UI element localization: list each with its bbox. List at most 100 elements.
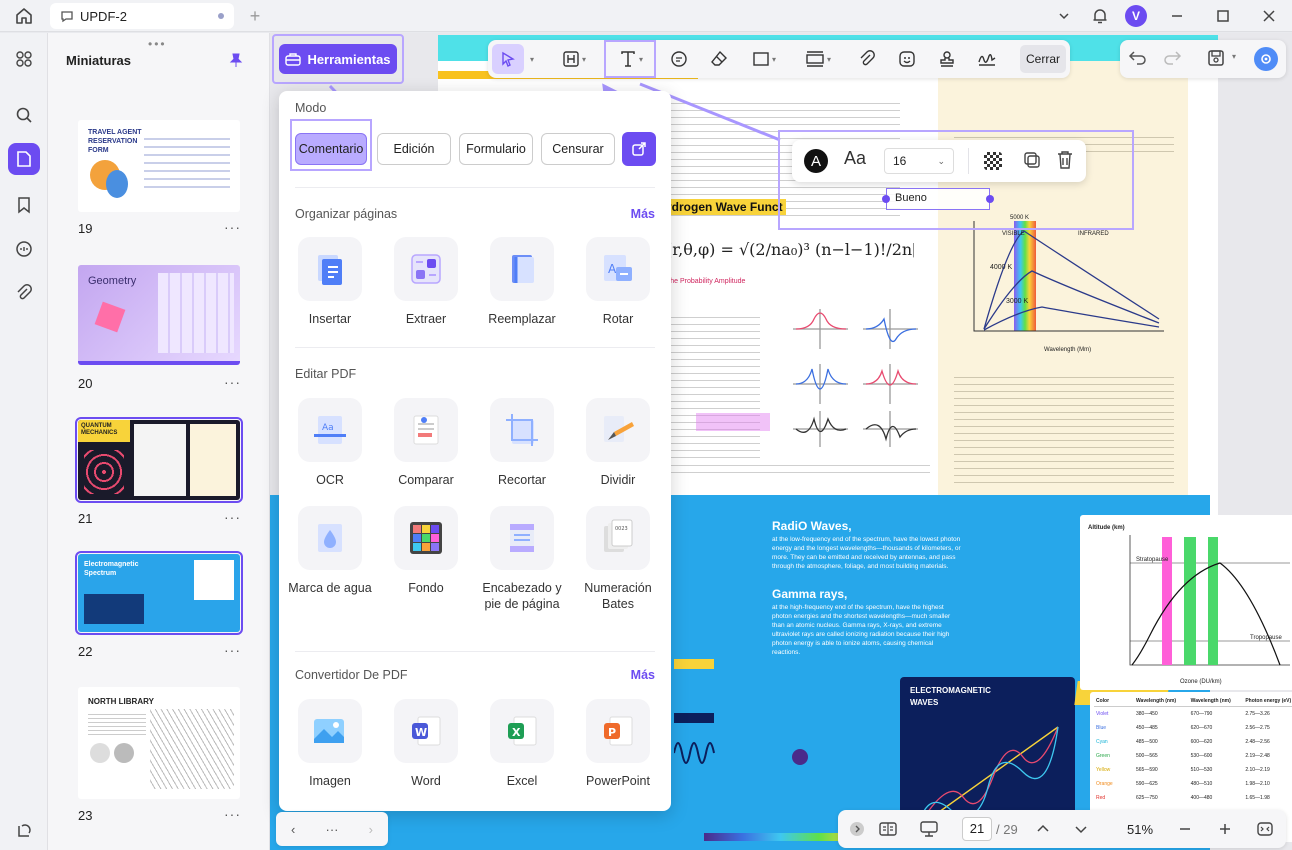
search-icon[interactable] (8, 99, 40, 131)
font-color-icon[interactable]: A (804, 149, 828, 173)
mode-comment-button[interactable]: Comentario (295, 133, 367, 165)
shape-tool-icon[interactable]: ▾ (744, 44, 784, 74)
previous-page-icon[interactable] (1032, 816, 1054, 842)
watermark-tool[interactable]: Marca de agua (285, 506, 375, 596)
minimize-icon[interactable] (1154, 0, 1200, 32)
home-icon[interactable] (8, 4, 40, 28)
signature-icon[interactable] (972, 44, 1002, 74)
chevron-down-icon[interactable] (1046, 0, 1082, 32)
header-footer-tool[interactable]: Encabezado y pie de página (477, 506, 567, 612)
select-cursor-icon[interactable] (492, 44, 524, 74)
comments-icon[interactable] (8, 233, 40, 265)
mode-redact-button[interactable]: Censurar (541, 133, 615, 165)
mode-form-button[interactable]: Formulario (459, 133, 533, 165)
thumbnails-icon[interactable] (8, 143, 40, 175)
crop-tool[interactable]: Recortar (477, 398, 567, 488)
next-page-icon[interactable] (1070, 816, 1092, 842)
organize-more-link[interactable]: Más (631, 207, 655, 221)
opacity-icon[interactable] (984, 152, 1002, 170)
ai-assistant-icon[interactable] (1254, 47, 1278, 71)
convert-powerpoint-tool[interactable]: P PowerPoint (573, 699, 663, 789)
close-window-icon[interactable] (1246, 0, 1292, 32)
fit-page-icon[interactable] (1252, 816, 1278, 842)
delete-trash-icon[interactable] (1056, 150, 1074, 173)
split-tool[interactable]: Dividir (573, 398, 663, 488)
more-options-icon[interactable]: ··· (224, 806, 241, 822)
attach-file-icon[interactable] (852, 44, 882, 74)
redo-icon[interactable] (1162, 48, 1182, 71)
maximize-icon[interactable] (1200, 0, 1246, 32)
image-file-icon (298, 699, 362, 763)
new-tab-plus-icon[interactable]: + (244, 5, 266, 27)
bell-icon[interactable] (1082, 0, 1118, 32)
convert-word-tool[interactable]: W Word (381, 699, 471, 789)
replace-tool[interactable]: Reemplazar (477, 237, 567, 327)
extract-tool[interactable]: Extraer (381, 237, 471, 327)
rotate-pages-icon: A (586, 237, 650, 301)
sticker-icon[interactable] (892, 44, 922, 74)
convert-more-link[interactable]: Más (631, 668, 655, 682)
zoom-in-icon[interactable] (1214, 816, 1236, 842)
highlight-tool-icon[interactable]: ▾ (556, 44, 592, 74)
thumbnail-page-22[interactable]: Electromagnetic Spectrum (75, 551, 243, 635)
thumbnail-page-23[interactable]: NORTH LIBRARY (78, 687, 240, 799)
save-dropdown-caret[interactable]: ▾ (1232, 52, 1236, 61)
bates-tool[interactable]: 0023 Numeración Bates (573, 506, 663, 612)
ocr-tool[interactable]: Aa OCR (285, 398, 375, 488)
thumbnail-page-21[interactable]: QUANTUM MECHANICS (75, 417, 243, 503)
collapse-arrow-icon[interactable] (846, 816, 868, 842)
chevron-left-icon[interactable]: ‹ (291, 822, 295, 837)
user-avatar[interactable]: V (1118, 0, 1154, 32)
save-icon[interactable] (1206, 48, 1226, 71)
thumbnail-page-20[interactable]: Geometry (78, 265, 240, 365)
undo-icon[interactable] (1128, 48, 1148, 71)
zoom-level[interactable]: 51% (1118, 816, 1162, 842)
text-box-input[interactable]: Bueno (882, 188, 994, 210)
background-tool[interactable]: Fondo (381, 506, 471, 596)
insert-tool[interactable]: Insertar (285, 237, 375, 327)
select-dropdown-caret[interactable]: ▾ (524, 44, 538, 74)
tools-button[interactable]: Herramientas (279, 44, 397, 74)
apps-grid-icon[interactable] (8, 43, 40, 75)
rotate-tool[interactable]: A Rotar (573, 237, 663, 327)
text-properties-highlight: A Aa 16 ⌄ Bueno (778, 130, 1134, 230)
chart-graphic (194, 560, 234, 600)
convert-excel-tool[interactable]: X Excel (477, 699, 567, 789)
font-size-select[interactable]: 16 ⌄ (884, 148, 954, 174)
mode-edit-button[interactable]: Edición (377, 133, 451, 165)
more-options-icon[interactable]: ··· (224, 642, 241, 658)
table-cell: 2.56—2.75 (1245, 725, 1270, 731)
chevron-right-icon[interactable]: › (369, 822, 373, 837)
resize-handle[interactable] (986, 195, 994, 203)
more-options-icon[interactable]: ··· (224, 219, 241, 235)
orbital-plots (793, 309, 918, 447)
thumbnail-label: QUANTUM MECHANICS (78, 420, 130, 442)
current-page-input[interactable]: 21 (962, 817, 992, 841)
bookmark-icon[interactable] (8, 189, 40, 221)
compare-tool[interactable]: Comparar (381, 398, 471, 488)
panel-grip[interactable]: ••• (148, 37, 167, 51)
thumbnail-page-19[interactable]: TRAVEL AGENT RESERVATION FORM (78, 120, 240, 212)
convert-image-tool[interactable]: Imagen (285, 699, 375, 789)
presentation-icon[interactable] (914, 816, 944, 842)
replace-tool-label: Reemplazar (488, 312, 556, 326)
stamp-icon[interactable] (932, 44, 962, 74)
attachment-icon[interactable] (8, 277, 40, 309)
resize-handle[interactable] (882, 195, 890, 203)
duplicate-icon[interactable] (1022, 150, 1042, 173)
more-horizontal-icon[interactable]: ··· (325, 822, 338, 837)
zoom-out-icon[interactable] (1174, 816, 1196, 842)
close-toolbar-button[interactable]: Cerrar (1020, 45, 1066, 73)
comment-tool-icon[interactable] (664, 44, 694, 74)
pin-icon[interactable] (229, 53, 243, 70)
eraser-tool-icon[interactable] (704, 44, 734, 74)
more-options-icon[interactable]: ··· (224, 374, 241, 390)
document-tab[interactable]: UPDF-2 (50, 3, 234, 29)
reading-mode-icon[interactable] (874, 816, 902, 842)
more-options-icon[interactable]: ··· (224, 509, 241, 525)
table-cell: 450—485 (1136, 725, 1158, 731)
open-external-icon[interactable] (622, 132, 656, 166)
font-style-icon[interactable]: Aa (844, 148, 866, 169)
layers-icon[interactable] (8, 815, 40, 847)
stamp-strip-tool-icon[interactable]: ▾ (796, 44, 840, 74)
